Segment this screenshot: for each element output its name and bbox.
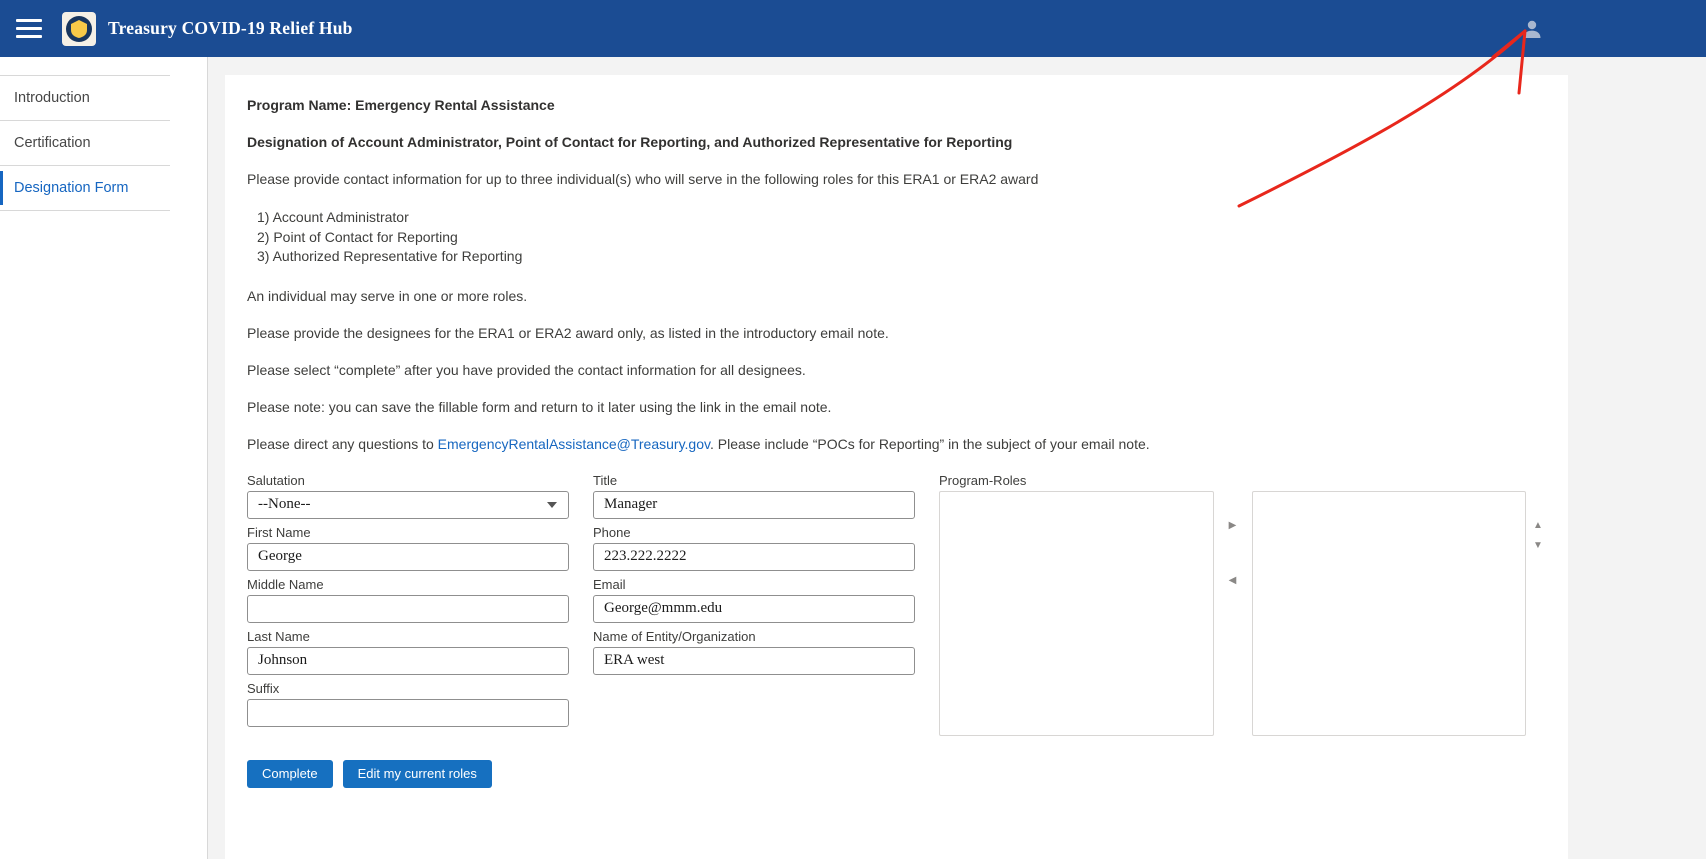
title-field: Title	[593, 473, 915, 519]
chevron-down-icon	[547, 502, 557, 508]
first-name-field: First Name	[247, 525, 569, 571]
form-column-left: Salutation --None-- First Name Middle Na…	[247, 473, 569, 736]
form-column-middle: Title Phone Email Name of Entity/Organiz…	[593, 473, 915, 736]
salutation-select[interactable]: --None--	[247, 491, 569, 519]
middle-name-input[interactable]	[247, 595, 569, 623]
entity-label: Name of Entity/Organization	[593, 629, 915, 644]
suffix-input[interactable]	[247, 699, 569, 727]
program-roles-dual-listbox: ▶ ◀ ▲ ▼	[939, 491, 1546, 736]
first-name-label: First Name	[247, 525, 569, 540]
email-input[interactable]	[593, 595, 915, 623]
suffix-label: Suffix	[247, 681, 569, 696]
roles-list-item: 2) Point of Contact for Reporting	[257, 228, 1546, 248]
app-title: Treasury COVID-19 Relief Hub	[108, 18, 353, 39]
roles-list-item: 1) Account Administrator	[257, 208, 1546, 228]
program-roles-available-listbox[interactable]	[939, 491, 1214, 736]
designation-heading: Designation of Account Administrator, Po…	[247, 134, 1546, 150]
app-header: Treasury COVID-19 Relief Hub	[0, 0, 1706, 57]
entity-input[interactable]	[593, 647, 915, 675]
salutation-label: Salutation	[247, 473, 569, 488]
last-name-input[interactable]	[247, 647, 569, 675]
roles-list-item: 3) Authorized Representative for Reporti…	[257, 247, 1546, 267]
move-up-icon[interactable]: ▲	[1531, 519, 1545, 533]
intro-line: Please provide contact information for u…	[247, 171, 1546, 187]
content-card: Program Name: Emergency Rental Assistanc…	[225, 75, 1568, 859]
move-right-icon[interactable]: ▶	[1227, 519, 1239, 533]
program-roles-group: Program-Roles ▶ ◀ ▲ ▼	[939, 473, 1546, 736]
menu-icon[interactable]	[16, 19, 42, 38]
first-name-input[interactable]	[247, 543, 569, 571]
para-designees: Please provide the designees for the ERA…	[247, 325, 1546, 341]
form-actions: Complete Edit my current roles	[247, 760, 1546, 788]
user-profile-icon[interactable]	[1520, 17, 1544, 41]
treasury-logo-icon	[62, 12, 96, 46]
last-name-field: Last Name	[247, 629, 569, 675]
sidebar-nav-list: Introduction Certification Designation F…	[0, 75, 170, 211]
para-select-complete: Please select “complete” after you have …	[247, 362, 1546, 378]
sidebar: Introduction Certification Designation F…	[0, 57, 208, 859]
main-area: Program Name: Emergency Rental Assistanc…	[208, 57, 1706, 859]
last-name-label: Last Name	[247, 629, 569, 644]
phone-input[interactable]	[593, 543, 915, 571]
reorder-arrows: ▲ ▼	[1530, 491, 1546, 736]
questions-suffix: . Please include “POCs for Reporting” in…	[710, 436, 1150, 452]
sidebar-item-introduction[interactable]: Introduction	[0, 76, 170, 121]
middle-name-label: Middle Name	[247, 577, 569, 592]
edit-current-roles-button[interactable]: Edit my current roles	[343, 760, 492, 788]
suffix-field: Suffix	[247, 681, 569, 727]
designation-form: Salutation --None-- First Name Middle Na…	[247, 473, 1546, 736]
title-label: Title	[593, 473, 915, 488]
para-questions: Please direct any questions to Emergency…	[247, 436, 1546, 452]
entity-field: Name of Entity/Organization	[593, 629, 915, 675]
salutation-selected-value: --None--	[258, 496, 310, 513]
middle-name-field: Middle Name	[247, 577, 569, 623]
move-left-icon[interactable]: ◀	[1227, 574, 1239, 588]
sidebar-item-designation-form[interactable]: Designation Form	[0, 166, 170, 211]
move-arrows: ▶ ◀	[1214, 491, 1252, 736]
roles-list: 1) Account Administrator 2) Point of Con…	[257, 208, 1546, 267]
para-save-form: Please note: you can save the fillable f…	[247, 399, 1546, 415]
salutation-field: Salutation --None--	[247, 473, 569, 519]
phone-field: Phone	[593, 525, 915, 571]
support-email-link[interactable]: EmergencyRentalAssistance@Treasury.gov	[438, 436, 710, 452]
sidebar-item-certification[interactable]: Certification	[0, 121, 170, 166]
title-input[interactable]	[593, 491, 915, 519]
program-roles-chosen-listbox[interactable]	[1252, 491, 1527, 736]
questions-prefix: Please direct any questions to	[247, 436, 438, 452]
move-down-icon[interactable]: ▼	[1531, 539, 1545, 553]
email-field: Email	[593, 577, 915, 623]
program-name-text: Program Name: Emergency Rental Assistanc…	[247, 97, 1546, 113]
para-one-or-more-roles: An individual may serve in one or more r…	[247, 288, 1546, 304]
phone-label: Phone	[593, 525, 915, 540]
program-roles-label: Program-Roles	[939, 473, 1546, 488]
complete-button[interactable]: Complete	[247, 760, 333, 788]
email-label: Email	[593, 577, 915, 592]
